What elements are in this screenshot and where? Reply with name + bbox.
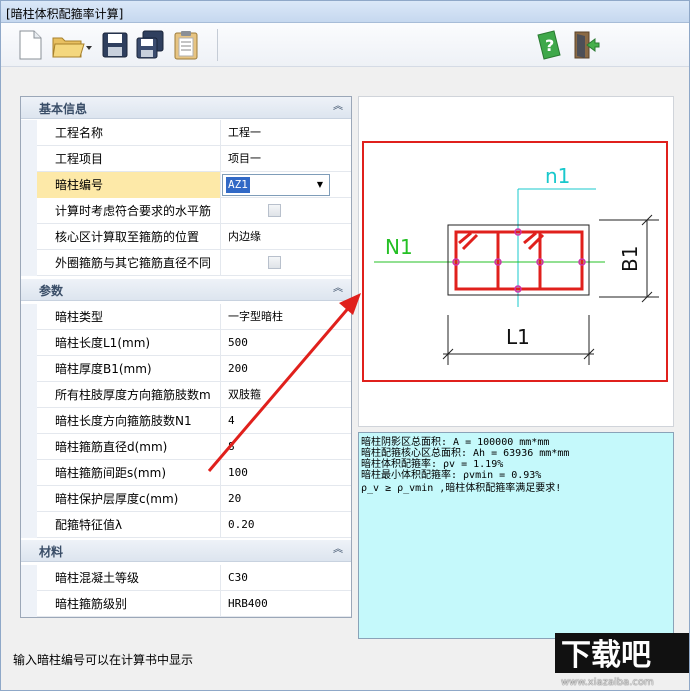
prop-row-concrete-grade[interactable]: 暗柱混凝土等级 C30 [21,565,351,591]
prop-row-outer-stirrup-diff[interactable]: 外圈箍筋与其它箍筋直径不同 [21,250,351,276]
column-id-dropdown[interactable]: AZ1 ▼ [222,174,330,196]
prop-value[interactable]: 内边缘 [222,224,330,250]
prop-name: 暗柱长度方向箍筋肢数N1 [37,408,221,434]
outer-stirrup [454,230,584,291]
section-label: 材料 [39,545,64,559]
prop-value[interactable]: C30 [222,565,330,591]
result-line: 暗柱阴影区总面积: A = 100000 mm*mm [361,437,550,448]
section-materials[interactable]: 材料 ︽ [21,540,351,562]
prop-row-horizontal-bar[interactable]: 计算时考虑符合要求的水平筋 [21,198,351,224]
collapse-icon[interactable]: ︽ [331,101,345,115]
prop-name: 工程项目 [37,146,221,172]
label-n1: n1 [545,164,570,188]
section-basic-info[interactable]: 基本信息 ︽ [21,97,351,119]
svg-text:?: ? [545,36,554,55]
section-label: 参数 [39,284,64,298]
save-icon[interactable] [100,29,130,61]
prop-name: 暗柱长度L1(mm) [37,330,221,356]
section-label: 基本信息 [39,102,88,116]
prop-name: 暗柱混凝土等级 [37,565,221,591]
save-as-icon[interactable] [135,29,165,61]
prop-name: 暗柱箍筋级别 [37,591,221,617]
label-N1: N1 [385,235,413,259]
watermark-url: www.xiazaiba.com [561,677,654,688]
prop-row-column-id[interactable]: 暗柱编号 AZ1 ▼ [21,172,351,198]
annotation-arrow [207,293,361,472]
result-line: 暗柱体积配箍率: ρv = 1.19% [361,459,504,470]
outer-stirrup-checkbox[interactable] [268,256,281,269]
prop-name: 所有柱肢厚度方向箍筋肢数m [37,382,221,408]
chevron-down-icon[interactable]: ▼ [313,177,327,193]
prop-name: 配箍特征值λ [37,512,221,538]
window-title: [暗柱体积配箍率计算] [6,7,124,21]
prop-value[interactable]: HRB400 [222,591,330,617]
prop-value[interactable]: 工程一 [222,120,330,146]
hook-3 [523,231,537,245]
help-icon[interactable]: ? [534,29,564,61]
app-window: [暗柱体积配箍率计算] ? 基本信息 ︽ 工程名称 工程一 工程项目 项目一 暗… [0,0,690,691]
result-line: 暗柱最小体积配箍率: ρvmin = 0.93% [361,470,542,481]
exit-icon[interactable] [571,29,601,61]
horizontal-bar-checkbox[interactable] [268,204,281,217]
prop-name: 暗柱保护层厚度c(mm) [37,486,221,512]
prop-name: 暗柱类型 [37,304,221,330]
prop-name: 暗柱箍筋直径d(mm) [37,434,221,460]
dropdown-selected-text: AZ1 [226,177,250,193]
diagram-panel: n1 N1 B1 L1 [358,96,674,427]
prop-name: 暗柱编号 [37,172,221,198]
prop-value[interactable]: 项目一 [222,146,330,172]
prop-row-core-position[interactable]: 核心区计算取至箍筋的位置 内边缘 [21,224,351,250]
collapse-icon[interactable]: ︽ [331,544,345,558]
title-bar: [暗柱体积配箍率计算] [1,1,689,23]
prop-name: 计算时考虑符合要求的水平筋 [37,198,221,224]
prop-row-project-name[interactable]: 工程名称 工程一 [21,120,351,146]
new-file-icon[interactable] [15,29,45,61]
prop-row-lambda[interactable]: 配箍特征值λ 0.20 [21,512,351,538]
result-line: 暗柱配箍核心区总面积: Ah = 63936 mm*mm [361,448,570,459]
label-L1: L1 [506,325,530,349]
prop-name: 工程名称 [37,120,221,146]
svg-text:下载吧: 下载吧 [561,638,651,673]
result-panel: 暗柱阴影区总面积: A = 100000 mm*mm 暗柱配箍核心区总面积: A… [358,432,674,639]
toolbar: ? [1,23,689,67]
toolbar-separator [217,29,218,61]
prop-row-project-item[interactable]: 工程项目 项目一 [21,146,351,172]
clipboard-icon[interactable] [171,29,201,61]
prop-row-cover[interactable]: 暗柱保护层厚度c(mm) 20 [21,486,351,512]
prop-value[interactable]: 0.20 [222,512,330,538]
prop-name: 核心区计算取至箍筋的位置 [37,224,221,250]
label-B1: B1 [618,246,642,272]
status-text: 输入暗柱编号可以在计算书中显示 [13,653,194,667]
prop-value[interactable]: 20 [222,486,330,512]
prop-name: 外圈箍筋与其它箍筋直径不同 [37,250,221,276]
result-line: ρ_v ≥ ρ_vmin ,暗柱体积配箍率满足要求! [361,483,562,494]
open-folder-icon[interactable] [51,29,95,61]
prop-row-stirrup-grade[interactable]: 暗柱箍筋级别 HRB400 [21,591,351,617]
prop-name: 暗柱箍筋间距s(mm) [37,460,221,486]
section-diagram: n1 N1 B1 L1 [362,141,668,382]
prop-name: 暗柱厚度B1(mm) [37,356,221,382]
